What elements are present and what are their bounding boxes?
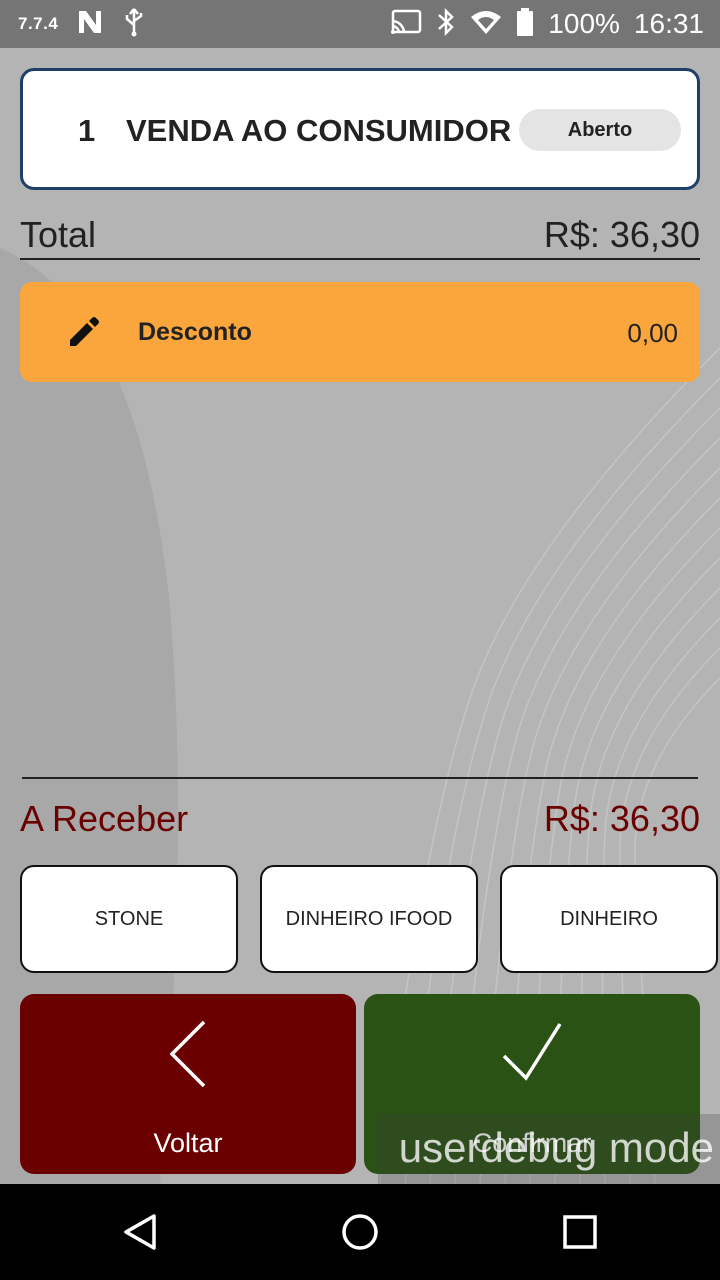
divider xyxy=(22,777,698,779)
back-button[interactable]: Voltar xyxy=(20,994,356,1174)
debug-mode-text: userdebug mode xyxy=(398,1124,714,1171)
battery-icon xyxy=(516,7,534,42)
back-button-label: Voltar xyxy=(153,1128,223,1158)
navigation-bar xyxy=(0,1184,720,1280)
cast-icon xyxy=(390,9,422,40)
payment-method-dinheiro-ifood-button[interactable]: DINHEIRO IFOOD xyxy=(260,865,478,973)
discount-button[interactable]: Desconto 0,00 xyxy=(20,282,700,382)
total-value: R$: 36,30 xyxy=(543,214,700,255)
order-number: 1 xyxy=(78,113,96,148)
payment-method-dinheiro-button[interactable]: DINHEIRO xyxy=(500,865,718,973)
n-notification-icon xyxy=(76,9,104,40)
receivable-value: R$: 36,30 xyxy=(543,798,700,839)
discount-label: Desconto xyxy=(138,318,252,346)
app-version: 7.7.4 xyxy=(18,14,59,33)
total-row: Total R$: 36,30 xyxy=(20,212,700,260)
payment-method-stone-button[interactable]: STONE xyxy=(20,865,238,973)
usb-icon xyxy=(122,7,146,42)
receivable-label: A Receber xyxy=(20,798,189,839)
discount-value: 0,00 xyxy=(627,318,678,348)
pencil-icon xyxy=(70,317,99,346)
total-label: Total xyxy=(20,214,97,255)
clock: 16:31 xyxy=(633,8,704,39)
order-header-card: 1 VENDA AO CONSUMIDOR Aberto xyxy=(20,68,700,190)
home-circle-icon[interactable] xyxy=(340,1212,380,1252)
checkmark-icon xyxy=(502,1023,562,1081)
bluetooth-icon xyxy=(436,7,456,42)
checkout-screen: 1 VENDA AO CONSUMIDOR Aberto Total R$: 3… xyxy=(0,48,720,1184)
debug-overlay: userdebug mode xyxy=(378,1114,720,1184)
order-title: VENDA AO CONSUMIDOR xyxy=(126,113,512,148)
back-triangle-icon[interactable] xyxy=(120,1212,160,1252)
status-bar: 7.7.4 100% 16:31 xyxy=(0,0,720,48)
order-status-badge: Aberto xyxy=(519,109,681,151)
recents-square-icon[interactable] xyxy=(560,1212,600,1252)
wifi-icon xyxy=(470,9,502,40)
battery-level: 100% xyxy=(548,8,620,39)
chevron-left-icon xyxy=(169,1020,206,1088)
